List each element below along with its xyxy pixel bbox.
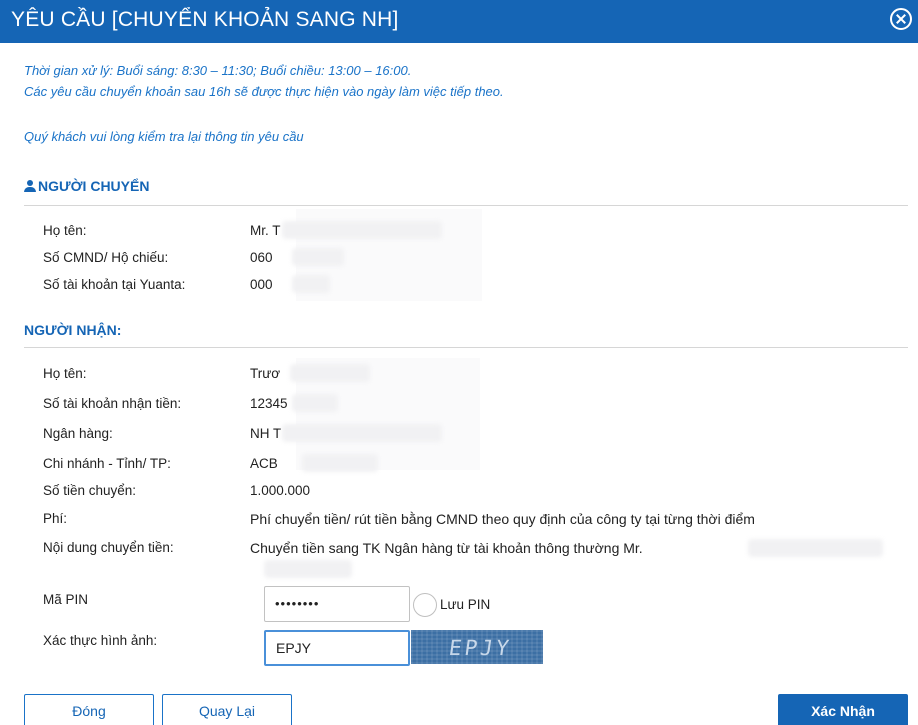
redaction (748, 539, 883, 557)
sender-id-label: Số CMND/ Hộ chiếu: (43, 250, 169, 265)
redaction (282, 424, 442, 442)
fee-label: Phí: (43, 511, 68, 526)
captcha-label: Xác thực hình ảnh: (43, 633, 158, 648)
close-button[interactable]: Đóng (24, 694, 154, 725)
transfer-content-label: Nội dung chuyển tiền: (43, 540, 174, 555)
close-icon[interactable] (890, 8, 912, 30)
receiver-branch-value: ACB (250, 456, 278, 471)
sender-section-title: NGƯỜI CHUYỂN (24, 178, 149, 194)
receiver-name-value: Trươ (250, 366, 281, 381)
captcha-image: EPJY (411, 630, 543, 664)
transfer-content-value: Chuyển tiền sang TK Ngân hàng từ tài kho… (250, 540, 643, 556)
save-pin-label: Lưu PIN (440, 597, 491, 612)
after-hours-note: Các yêu cầu chuyển khoản sau 16h sẽ được… (24, 84, 504, 99)
transfer-amount-value: 1.000.000 (250, 483, 311, 498)
save-pin-radio[interactable] (413, 593, 437, 617)
receiver-bank-value: NH T (250, 426, 282, 441)
captcha-text: EPJY (447, 636, 514, 660)
sender-account-value: 000 (250, 277, 273, 292)
user-icon (24, 180, 36, 192)
sender-account-label: Số tài khoản tại Yuanta: (43, 277, 186, 292)
verify-info-note: Quý khách vui lòng kiểm tra lại thông ti… (24, 129, 304, 144)
sender-divider (24, 205, 908, 206)
receiver-section-title: NGƯỜI NHẬN: (24, 322, 122, 338)
receiver-bank-label: Ngân hàng: (43, 426, 113, 441)
fee-value: Phí chuyển tiền/ rút tiền bằng CMND theo… (250, 511, 755, 527)
redaction (264, 560, 352, 578)
receiver-branch-label: Chi nhánh - Tỉnh/ TP: (43, 456, 171, 471)
redaction (282, 221, 442, 239)
redaction (292, 394, 338, 412)
sender-id-value: 060 (250, 250, 273, 265)
receiver-name-label: Họ tên: (43, 366, 87, 381)
redaction (302, 454, 378, 472)
dialog-header: YÊU CẦU [CHUYỂN KHOẢN SANG NH] (0, 0, 918, 43)
transfer-amount-label: Số tiền chuyển: (43, 483, 137, 498)
redaction (290, 364, 370, 382)
sender-name-label: Họ tên: (43, 223, 87, 238)
pin-label: Mã PIN (43, 592, 89, 607)
redaction (292, 248, 344, 266)
confirm-button[interactable]: Xác Nhận (778, 694, 908, 725)
receiver-account-label: Số tài khoản nhận tiền: (43, 396, 182, 411)
redaction (292, 275, 330, 293)
dialog-title: YÊU CẦU [CHUYỂN KHOẢN SANG NH] (11, 8, 399, 31)
receiver-account-value: 12345 (250, 396, 288, 411)
receiver-divider (24, 347, 908, 348)
back-button[interactable]: Quay Lại (162, 694, 292, 725)
sender-name-value: Mr. T (250, 223, 281, 238)
captcha-input[interactable]: EPJY (264, 630, 410, 666)
processing-time-note: Thời gian xử lý: Buổi sáng: 8:30 – 11:30… (24, 63, 412, 78)
pin-input[interactable]: •••••••• (264, 586, 410, 622)
